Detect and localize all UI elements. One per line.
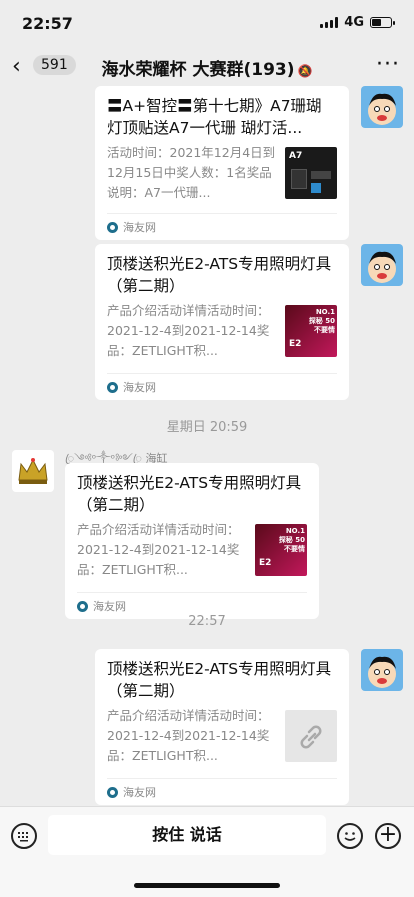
chat-title: 海水荣耀杯 大赛群(193) 🔕 (0, 55, 414, 80)
more-options-icon[interactable]: ··· (376, 52, 400, 77)
emoji-icon[interactable] (337, 823, 363, 849)
card-source: 海友网 (107, 778, 337, 805)
source-name: 海友网 (93, 600, 126, 613)
card-thumbnail: NO.1 探秘 50不要情 E2 (285, 305, 337, 357)
cartoon-avatar-icon (361, 244, 403, 286)
card-source: 海友网 (107, 213, 337, 240)
status-indicators: 4G (320, 15, 395, 30)
link-card[interactable]: 顶楼送积光E2-ATS专用照明灯具（第二期） 产品介绍活动详情活动时间：2021… (95, 649, 349, 805)
hold-to-talk-button[interactable]: 按住 说话 (48, 815, 326, 855)
link-icon (300, 725, 322, 749)
source-name: 海友网 (123, 381, 156, 394)
keyboard-icon[interactable] (11, 823, 37, 849)
link-card[interactable]: 顶楼送积光E2-ATS专用照明灯具（第二期） 产品介绍活动详情活动时间：2021… (95, 244, 349, 400)
card-source: 海友网 (107, 373, 337, 400)
card-title: 顶楼送积光E2-ATS专用照明灯具（第二期） (77, 474, 302, 514)
my-avatar[interactable] (361, 649, 403, 691)
card-description: 产品介绍活动详情活动时间：2021-12-4到2021-12-14奖品：ZETL… (107, 303, 270, 358)
card-title: 顶楼送积光E2-ATS专用照明灯具（第二期） (107, 255, 332, 295)
card-thumbnail: NO.1 探秘 50不要情 E2 (255, 524, 307, 576)
card-description: 产品介绍活动详情活动时间：2021-12-4到2021-12-14奖品：ZETL… (77, 522, 240, 577)
plus-icon[interactable]: + (375, 823, 401, 849)
home-indicator (134, 883, 280, 888)
source-logo-icon (77, 600, 88, 612)
card-title: 〓A+智控〓第十七期》A7珊瑚灯顶贴送A7一代珊 瑚灯活... (107, 97, 322, 137)
mute-bell-icon: 🔕 (297, 64, 313, 78)
thumb-label: A7 (289, 151, 303, 161)
clock: 22:57 (22, 14, 73, 33)
cartoon-avatar-icon (361, 86, 403, 128)
chat-title-text: 海水荣耀杯 大赛群(193) (101, 60, 295, 80)
link-card[interactable]: 〓A+智控〓第十七期》A7珊瑚灯顶贴送A7一代珊 瑚灯活... 活动时间：202… (95, 86, 349, 240)
battery-icon (370, 17, 395, 28)
timestamp: 22:57 (188, 614, 226, 629)
card-thumbnail (285, 710, 337, 762)
status-bar: 22:57 4G (0, 0, 414, 44)
card-description: 产品介绍活动详情活动时间：2021-12-4到2021-12-14奖品：ZETL… (107, 708, 270, 763)
thumb-label: NO.1 探秘 50不要情 (308, 308, 335, 334)
source-logo-icon (107, 381, 118, 393)
source-logo-icon (107, 221, 118, 233)
source-logo-icon (107, 786, 118, 798)
timestamp: 星期日 20:59 (166, 420, 248, 435)
link-card[interactable]: 顶楼送积光E2-ATS专用照明灯具（第二期） 产品介绍活动详情活动时间：2021… (65, 463, 319, 619)
crown-avatar-icon (12, 450, 54, 492)
cartoon-avatar-icon (361, 649, 403, 691)
card-thumbnail: A7 (285, 147, 337, 199)
source-name: 海友网 (123, 221, 156, 234)
signal-icon (320, 17, 339, 28)
network-label: 4G (344, 15, 364, 30)
sender-avatar[interactable] (12, 450, 54, 492)
chat-header: ‹ 591 海水荣耀杯 大赛群(193) 🔕 ··· (0, 44, 414, 88)
source-name: 海友网 (123, 786, 156, 799)
my-avatar[interactable] (361, 244, 403, 286)
card-description: 活动时间：2021年12月4日到12月15日中奖人数：1名奖品说明：A7一代珊.… (107, 145, 276, 200)
thumb-label: NO.1 探秘 50不要情 (278, 527, 305, 553)
my-avatar[interactable] (361, 86, 403, 128)
card-title: 顶楼送积光E2-ATS专用照明灯具（第二期） (107, 660, 332, 700)
